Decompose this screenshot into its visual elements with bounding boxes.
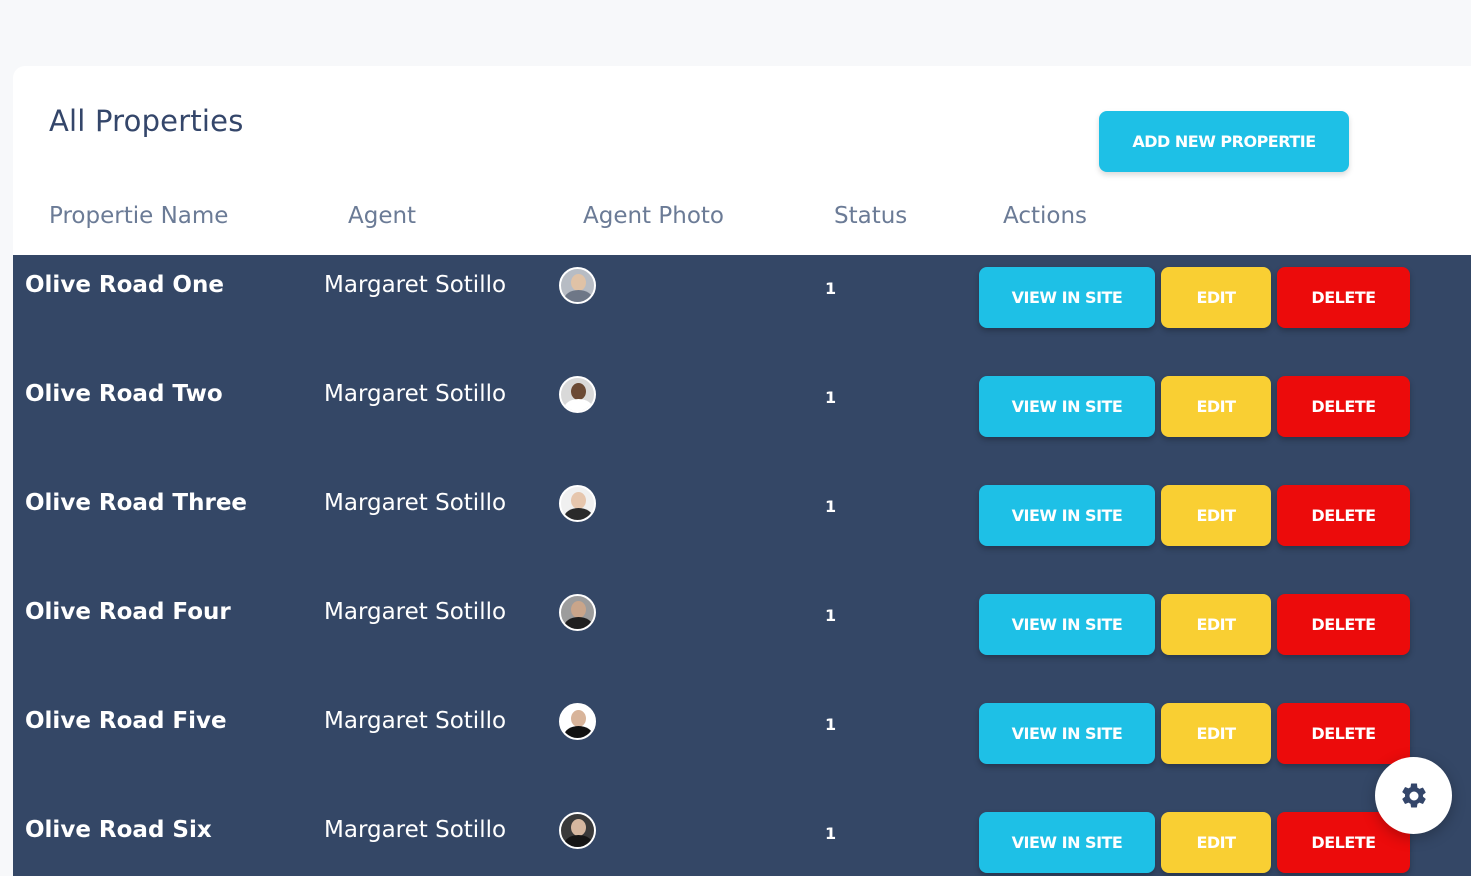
view-in-site-button[interactable]: VIEW IN SITE	[979, 376, 1155, 437]
delete-button[interactable]: DELETE	[1277, 376, 1410, 437]
property-name: Olive Road Five	[25, 708, 227, 734]
agent-name: Margaret Sotillo	[324, 272, 507, 298]
property-name: Olive Road Six	[25, 817, 212, 843]
view-in-site-button[interactable]: VIEW IN SITE	[979, 703, 1155, 764]
table-row: Olive Road Six Margaret Sotillo 1 VIEW I…	[13, 800, 1471, 876]
status-value: 1	[825, 279, 837, 298]
property-name: Olive Road Three	[25, 490, 248, 516]
table-row: Olive Road One Margaret Sotillo 1 VIEW I…	[13, 255, 1471, 364]
edit-button[interactable]: EDIT	[1161, 703, 1271, 764]
status-value: 1	[825, 715, 837, 734]
property-name: Olive Road Four	[25, 599, 231, 625]
agent-avatar	[559, 594, 596, 631]
column-header-name: Propertie Name	[49, 203, 229, 229]
agent-name: Margaret Sotillo	[324, 381, 507, 407]
agent-avatar	[559, 267, 596, 304]
agent-avatar	[559, 485, 596, 522]
table-row: Olive Road Five Margaret Sotillo 1 VIEW …	[13, 691, 1471, 800]
view-in-site-button[interactable]: VIEW IN SITE	[979, 267, 1155, 328]
delete-button[interactable]: DELETE	[1277, 485, 1410, 546]
gear-icon	[1401, 782, 1426, 807]
status-value: 1	[825, 388, 837, 407]
agent-name: Margaret Sotillo	[324, 817, 507, 843]
table-row: Olive Road Three Margaret Sotillo 1 VIEW…	[13, 473, 1471, 582]
add-new-property-button[interactable]: ADD NEW PROPERTIE	[1099, 111, 1349, 172]
properties-table-body: Olive Road One Margaret Sotillo 1 VIEW I…	[13, 255, 1471, 876]
agent-name: Margaret Sotillo	[324, 599, 507, 625]
property-name: Olive Road Two	[25, 381, 223, 407]
agent-avatar	[559, 812, 596, 849]
table-row: Olive Road Four Margaret Sotillo 1 VIEW …	[13, 582, 1471, 691]
page-title: All Properties	[49, 104, 244, 138]
status-value: 1	[825, 497, 837, 516]
column-header-agent-photo: Agent Photo	[583, 203, 724, 229]
delete-button[interactable]: DELETE	[1277, 267, 1410, 328]
view-in-site-button[interactable]: VIEW IN SITE	[979, 485, 1155, 546]
edit-button[interactable]: EDIT	[1161, 812, 1271, 873]
settings-fab-button[interactable]	[1375, 757, 1452, 834]
edit-button[interactable]: EDIT	[1161, 485, 1271, 546]
properties-card: All Properties ADD NEW PROPERTIE Propert…	[13, 66, 1471, 876]
edit-button[interactable]: EDIT	[1161, 376, 1271, 437]
table-row: Olive Road Two Margaret Sotillo 1 VIEW I…	[13, 364, 1471, 473]
view-in-site-button[interactable]: VIEW IN SITE	[979, 812, 1155, 873]
edit-button[interactable]: EDIT	[1161, 267, 1271, 328]
delete-button[interactable]: DELETE	[1277, 594, 1410, 655]
status-value: 1	[825, 824, 837, 843]
column-header-agent: Agent	[348, 203, 417, 229]
agent-avatar	[559, 376, 596, 413]
view-in-site-button[interactable]: VIEW IN SITE	[979, 594, 1155, 655]
edit-button[interactable]: EDIT	[1161, 594, 1271, 655]
column-header-actions: Actions	[1003, 203, 1088, 229]
column-header-status: Status	[834, 203, 908, 229]
agent-name: Margaret Sotillo	[324, 490, 507, 516]
status-value: 1	[825, 606, 837, 625]
property-name: Olive Road One	[25, 272, 224, 298]
agent-name: Margaret Sotillo	[324, 708, 507, 734]
delete-button[interactable]: DELETE	[1277, 703, 1410, 764]
agent-avatar	[559, 703, 596, 740]
